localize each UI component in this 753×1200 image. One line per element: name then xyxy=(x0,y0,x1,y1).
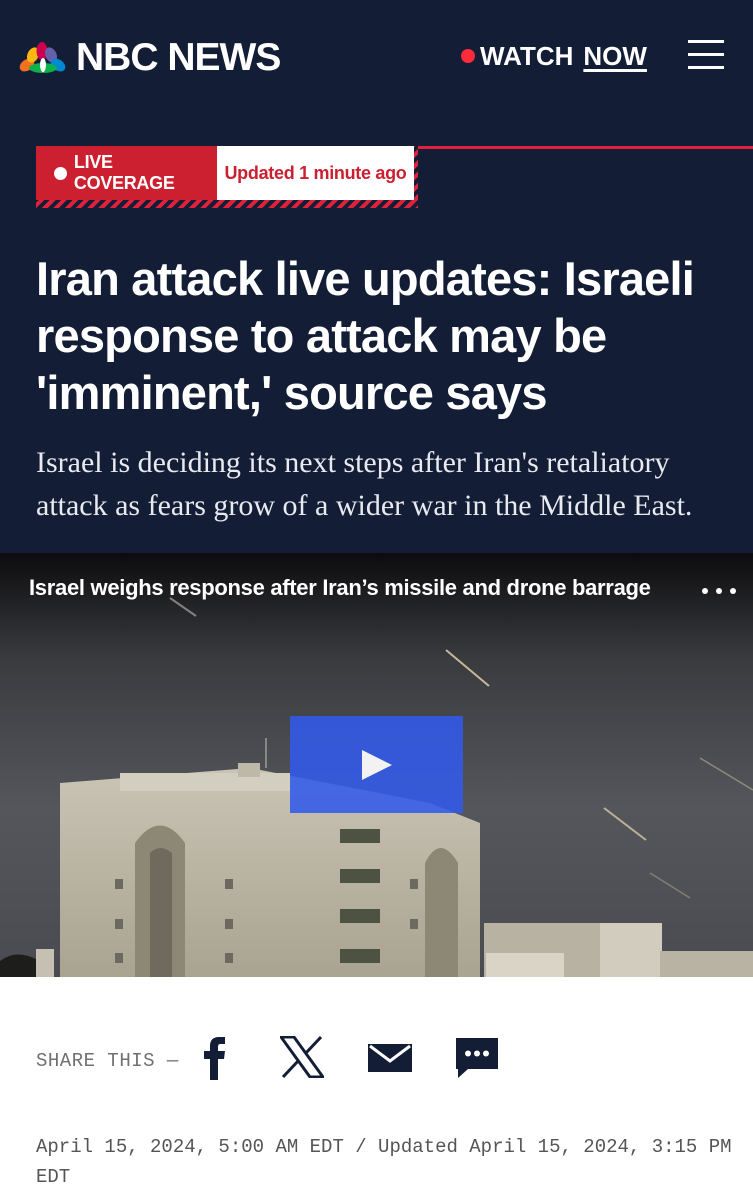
article-dek: Israel is deciding its next steps after … xyxy=(36,446,693,522)
email-icon[interactable] xyxy=(368,1044,412,1072)
live-coverage-badge: LIVE COVERAGE Updated 1 minute ago xyxy=(36,146,418,208)
watch-label: WATCH xyxy=(480,40,574,71)
badge-divider-line xyxy=(415,146,753,149)
hamburger-menu-icon[interactable] xyxy=(688,38,724,70)
article-dateline: April 15, 2024, 5:00 AM EDT / Updated Ap… xyxy=(36,1136,732,1188)
updated-timestamp: Updated 1 minute ago xyxy=(217,146,414,200)
page-header-section: NBC NEWS WATCH NOW LIVE COVERAGE Updated… xyxy=(0,0,753,553)
live-dot-icon xyxy=(461,49,475,63)
live-coverage-text: LIVE COVERAGE xyxy=(73,152,175,193)
share-bar: SHARE THIS — xyxy=(36,1030,736,1090)
watch-now-button[interactable]: WATCH NOW xyxy=(461,40,647,72)
more-options-icon[interactable] xyxy=(702,581,736,601)
play-icon xyxy=(361,749,392,780)
peacock-icon xyxy=(19,41,66,73)
sms-icon[interactable] xyxy=(456,1038,498,1078)
play-button[interactable] xyxy=(290,716,463,813)
nbc-news-logo[interactable]: NBC NEWS xyxy=(18,36,281,79)
article-headline: Iran attack live updates: Israeli respon… xyxy=(36,252,695,419)
video-title: Israel weighs response after Iran’s miss… xyxy=(29,575,651,600)
share-label: SHARE THIS — xyxy=(36,1050,179,1072)
video-player[interactable]: Israel weighs response after Iran’s miss… xyxy=(0,553,753,977)
live-dot-icon xyxy=(54,166,67,180)
brand-name: NBC NEWS xyxy=(76,36,281,79)
facebook-icon[interactable] xyxy=(203,1036,227,1080)
live-coverage-label: LIVE COVERAGE xyxy=(36,146,217,200)
top-navbar: NBC NEWS WATCH NOW xyxy=(0,0,753,112)
x-icon[interactable] xyxy=(280,1036,324,1078)
now-label: NOW xyxy=(583,40,647,71)
